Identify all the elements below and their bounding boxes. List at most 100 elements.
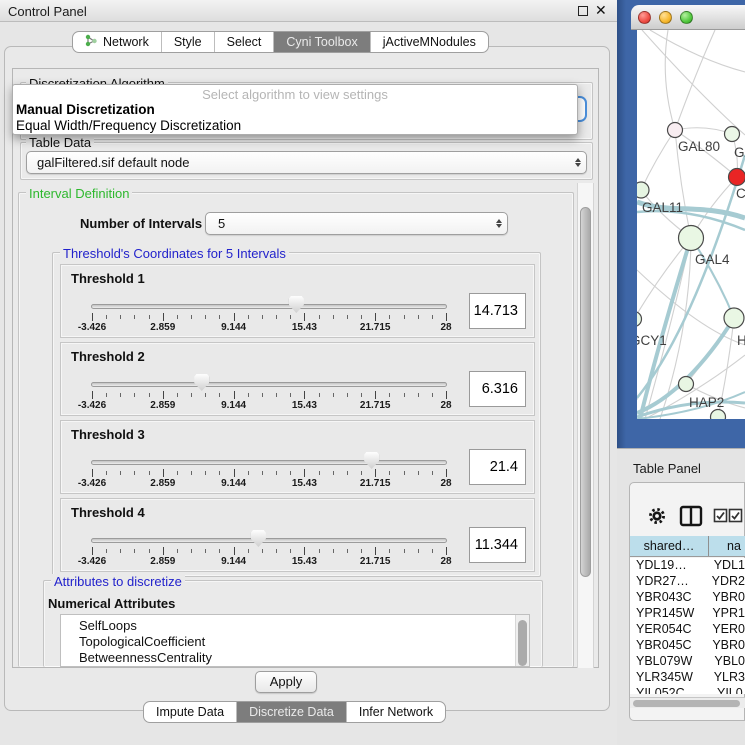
tab-jactivemnodules[interactable]: jActiveMNodules [370, 32, 488, 52]
cell[interactable]: YBL079W [630, 654, 707, 670]
cell[interactable]: YDR27… [630, 574, 705, 590]
list-scrollbar-thumb[interactable] [518, 620, 527, 666]
network-node[interactable] [668, 123, 683, 138]
tab-network[interactable]: Network [73, 32, 161, 52]
cell[interactable]: YPR145W [630, 606, 705, 622]
threshold-2-slider-thumb[interactable] [194, 374, 209, 391]
window-minimize-icon[interactable] [659, 11, 672, 24]
network-node[interactable] [637, 312, 642, 327]
tick-mark [404, 315, 405, 319]
tick-mark [389, 393, 390, 397]
window-zoom-icon[interactable] [680, 11, 693, 24]
threshold-1-slider[interactable] [91, 304, 447, 309]
tab-cyni-toolbox[interactable]: Cyni Toolbox [273, 32, 369, 52]
threshold-3-slider[interactable] [91, 460, 447, 465]
tick-mark [134, 393, 135, 397]
cell[interactable]: YER0 [705, 622, 745, 638]
tick-mark [134, 471, 135, 475]
tick-mark [149, 549, 150, 553]
threshold-4-slider[interactable] [91, 538, 447, 543]
interval-definition-title: Interval Definition [26, 186, 132, 201]
tab-infer-network[interactable]: Infer Network [346, 702, 445, 722]
menu-item-equal-width-frequency[interactable]: Equal Width/Frequency Discretization [16, 118, 241, 133]
threshold-3-value-field[interactable]: 21.4 [469, 449, 526, 485]
network-node[interactable] [711, 410, 726, 420]
network-node[interactable] [724, 308, 744, 328]
tick-mark [163, 469, 164, 477]
threshold-1-slider-thumb[interactable] [289, 296, 304, 313]
list-item-selfloops[interactable]: SelfLoops [79, 618, 137, 633]
gear-icon[interactable] [646, 505, 668, 527]
cell[interactable]: YIL052C [630, 686, 710, 694]
table-hscrollbar-thumb[interactable] [633, 700, 740, 707]
float-panel-icon[interactable] [578, 6, 588, 16]
tick-mark [319, 315, 320, 319]
cell[interactable]: YLR3 [707, 670, 745, 686]
table-data-combobox[interactable]: galFiltered.sif default node [26, 151, 587, 174]
cell[interactable]: YBR045C [630, 638, 705, 654]
cell[interactable]: YBR043C [630, 590, 705, 606]
close-icon[interactable]: ✕ [595, 2, 607, 19]
cell[interactable]: YDL1 [707, 558, 745, 574]
cell[interactable]: YBR0 [705, 638, 745, 654]
tab-style[interactable]: Style [161, 32, 214, 52]
tick-label: 9.144 [204, 478, 264, 489]
number-of-intervals-combobox[interactable]: 5 [205, 212, 508, 235]
table-row[interactable]: YER054CYER0 [630, 622, 745, 638]
table-row[interactable]: YDR27…YDR2 [630, 574, 745, 590]
tick-mark [304, 469, 305, 477]
split-columns-icon[interactable] [679, 505, 703, 527]
network-node[interactable] [725, 127, 740, 142]
network-node[interactable] [637, 182, 649, 198]
table-row[interactable]: YLR345WYLR3 [630, 670, 745, 686]
network-node[interactable] [679, 226, 704, 251]
cell[interactable]: YER054C [630, 622, 705, 638]
table-row[interactable]: YBR045CYBR0 [630, 638, 745, 654]
tab-impute-data[interactable]: Impute Data [144, 702, 236, 722]
network-view-canvas[interactable]: GAL80GACGAL11GAL4GCY1HHAP2 [637, 30, 745, 419]
threshold-4-label: Threshold 4 [71, 505, 145, 520]
checkbox-icon[interactable] [728, 508, 743, 523]
tick-label: 9.144 [204, 556, 264, 567]
tick-mark [290, 315, 291, 319]
cell[interactable]: YDL19… [630, 558, 707, 574]
slider-ticks [92, 469, 446, 478]
cell[interactable]: YLR345W [630, 670, 707, 686]
column-header-shared-name[interactable]: shared… [630, 536, 709, 556]
settings-scrollbar-thumb[interactable] [580, 207, 591, 577]
cell[interactable]: YBL0 [707, 654, 745, 670]
table-row[interactable]: YDL19…YDL1 [630, 558, 745, 574]
table-hscrollbar-track[interactable] [630, 697, 745, 708]
network-node[interactable] [679, 377, 694, 392]
table-row[interactable]: YBR043CYBR0 [630, 590, 745, 606]
threshold-4-value-field[interactable]: 11.344 [469, 527, 526, 563]
cell[interactable]: YBR0 [705, 590, 745, 606]
network-node[interactable] [729, 169, 745, 186]
cell[interactable]: YDR2 [705, 574, 745, 590]
tab-select[interactable]: Select [214, 32, 274, 52]
threshold-2-value-field[interactable]: 6.316 [469, 371, 526, 407]
list-item-topologicalcoefficient[interactable]: TopologicalCoefficient [79, 634, 205, 649]
cell[interactable]: YIL0 [710, 686, 745, 694]
tab-label: Infer Network [359, 705, 433, 719]
window-close-icon[interactable] [638, 11, 651, 24]
threshold-1-value-field[interactable]: 14.713 [469, 293, 526, 329]
cell[interactable]: YPR1 [705, 606, 745, 622]
tab-discretize-data[interactable]: Discretize Data [236, 702, 346, 722]
threshold-4-slider-thumb[interactable] [251, 530, 266, 547]
table-row[interactable]: YPR145WYPR1 [630, 606, 745, 622]
network-window-titlebar[interactable] [631, 5, 745, 30]
table-row[interactable]: YIL052CYIL0 [630, 686, 745, 694]
table-row[interactable]: YBL079WYBL0 [630, 654, 745, 670]
tick-mark [446, 313, 447, 321]
threshold-3-slider-thumb[interactable] [364, 452, 379, 469]
checkbox-icon[interactable] [713, 508, 728, 523]
threshold-2-slider[interactable] [91, 382, 447, 387]
threshold-1-label: Threshold 1 [71, 271, 145, 286]
column-header-name[interactable]: na [709, 536, 745, 556]
list-item-betweennesscentrality[interactable]: BetweennessCentrality [79, 650, 212, 665]
apply-button[interactable]: Apply [255, 671, 317, 693]
menu-item-manual-discretization[interactable]: Manual Discretization [16, 102, 155, 117]
tick-mark [177, 549, 178, 553]
list-scrollbar-track[interactable] [515, 615, 529, 666]
